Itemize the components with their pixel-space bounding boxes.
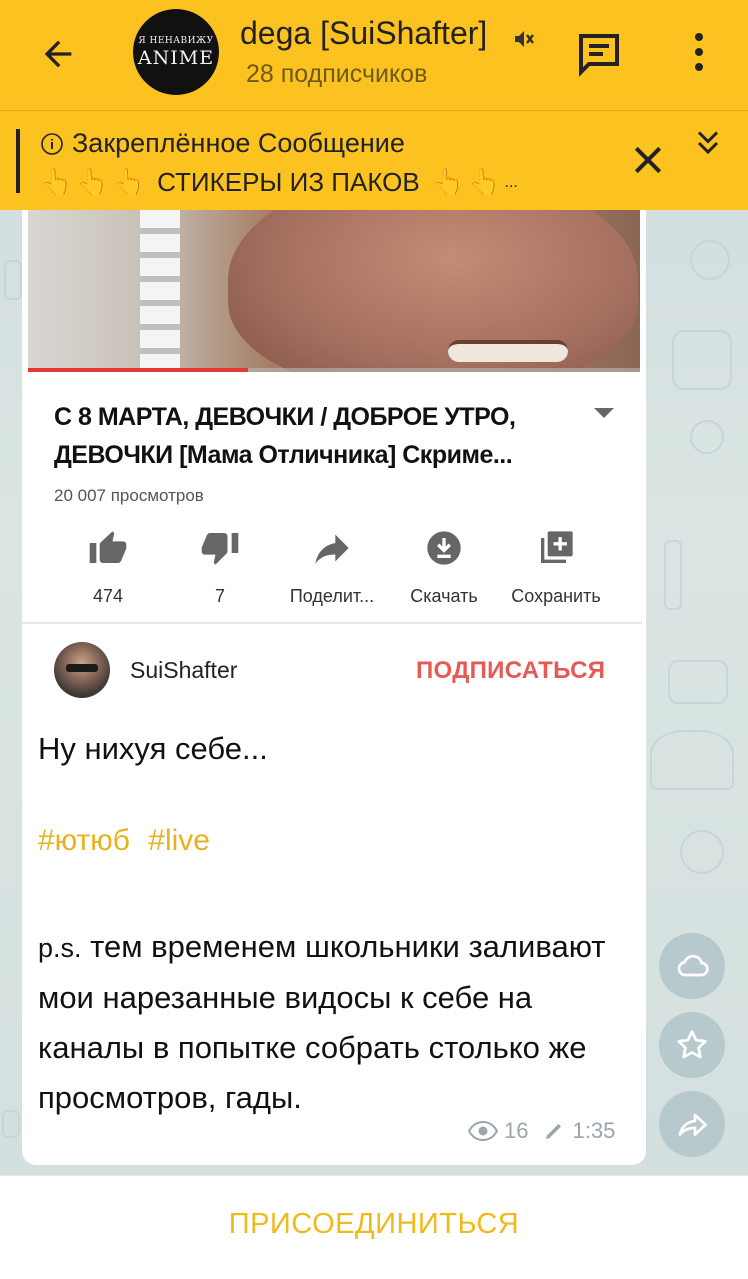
info-icon: [41, 132, 63, 155]
thumbnail-building: [140, 210, 180, 372]
pinned-text: 👆 👆 👆 СТИКЕРЫ ИЗ ПАКОВ 👆 👆 ...: [40, 167, 580, 198]
close-icon[interactable]: [628, 140, 668, 180]
thumb-down-icon: [201, 533, 239, 565]
eye-icon: [468, 1121, 498, 1141]
join-channel-button[interactable]: ПРИСОЕДИНИТЬСЯ: [0, 1208, 748, 1241]
video-actions: 474 7 Поделит... Скачать Сохранить: [52, 528, 632, 607]
hand-emoji: 👆: [431, 167, 465, 197]
more-dot-icon: [695, 33, 703, 41]
favorite-button[interactable]: [659, 1012, 725, 1078]
expand-description-icon[interactable]: [592, 406, 616, 420]
view-count: 16: [504, 1118, 529, 1143]
video-title[interactable]: С 8 МАРТА, ДЕВОЧКИ / ДОБРОЕ УТРО, ДЕВОЧК…: [54, 398, 574, 474]
share-label: Поделит...: [289, 586, 375, 606]
background-doodle: [2, 1110, 20, 1138]
hashtags: #ютюб #live: [38, 824, 220, 858]
share-icon: [315, 534, 349, 564]
pinned-indicator: [16, 129, 20, 193]
thumbnail-mouth: [448, 340, 568, 362]
message-meta: 16 1:35: [468, 1118, 615, 1144]
youtube-video-thumbnail[interactable]: [28, 210, 640, 372]
more-options-button[interactable]: [684, 30, 714, 74]
download-button[interactable]: Скачать: [388, 528, 500, 607]
channel-header: Я НЕНАВИЖУ ANIME dega [SuiShafter] 28 по…: [0, 0, 748, 110]
background-doodle: [668, 660, 728, 704]
hashtag-link[interactable]: #ютюб: [38, 824, 130, 857]
background-doodle: [690, 420, 724, 454]
youtube-channel-avatar[interactable]: [54, 642, 110, 698]
background-doodle: [4, 260, 22, 300]
ps-prefix: p.s.: [38, 933, 82, 963]
chevrons-down-icon[interactable]: [690, 125, 726, 161]
muted-icon: [515, 31, 534, 47]
thumbnail-face: [228, 210, 638, 372]
video-title-line2: ДЕВОЧКИ [Мама Отличника] Скриме...: [54, 441, 513, 469]
hand-emoji: 👆: [468, 167, 501, 197]
forward-icon: [678, 1113, 707, 1136]
video-progress-bar: [28, 368, 249, 372]
hand-emoji: 👆: [76, 167, 109, 197]
divider: [22, 622, 642, 624]
star-icon: [677, 1030, 707, 1059]
pinned-text-label: СТИКЕРЫ ИЗ ПАКОВ: [157, 167, 420, 197]
cloud-button[interactable]: [659, 933, 725, 999]
subscribe-button[interactable]: ПОДПИСАТЬСЯ: [416, 657, 605, 685]
background-doodle: [672, 330, 732, 390]
pinned-title: Закреплённое Сообщение: [40, 128, 405, 159]
dislike-button[interactable]: 7: [164, 528, 276, 607]
more-dot-icon: [695, 48, 703, 56]
hashtag-link[interactable]: #live: [148, 824, 210, 857]
dislike-count: 7: [214, 586, 225, 606]
back-button[interactable]: [32, 28, 84, 80]
pinned-title-label: Закреплённое Сообщение: [72, 128, 405, 158]
edited-pencil-icon: [546, 1124, 562, 1139]
hand-emoji: 👆: [40, 167, 73, 197]
message-line: Ну нихуя себе...: [38, 731, 268, 766]
background-doodle: [680, 830, 724, 874]
hand-emoji: 👆: [112, 167, 146, 197]
download-label: Скачать: [410, 586, 478, 606]
message-time: 1:35: [572, 1118, 616, 1143]
cloud-icon: [677, 954, 709, 977]
video-title-line1: С 8 МАРТА, ДЕВОЧКИ / ДОБРОЕ УТРО,: [54, 403, 516, 431]
discussion-icon[interactable]: [575, 30, 623, 78]
bottom-bar: ПРИСОЕДИНИТЬСЯ: [0, 1175, 748, 1279]
arrow-left-icon: [44, 40, 72, 68]
avatar-text-line2: ANIME: [137, 46, 215, 69]
pinned-ellipsis: ...: [504, 173, 518, 191]
forward-button[interactable]: [659, 1091, 725, 1157]
message-ps: p.s. тем временем школьники заливают мои…: [38, 922, 638, 1123]
channel-title[interactable]: dega [SuiShafter]: [240, 15, 540, 52]
thumb-up-icon: [89, 531, 127, 563]
subscriber-count: 28 подписчиков: [246, 60, 428, 88]
like-count: 474: [92, 586, 124, 606]
save-button[interactable]: Сохранить: [500, 528, 612, 607]
youtube-channel-name[interactable]: SuiShafter: [130, 657, 237, 684]
background-doodle: [664, 540, 682, 610]
message-bubble: С 8 МАРТА, ДЕВОЧКИ / ДОБРОЕ УТРО, ДЕВОЧК…: [22, 210, 646, 1165]
channel-avatar[interactable]: Я НЕНАВИЖУ ANIME: [133, 9, 219, 95]
ps-text: тем временем школьники заливают мои наре…: [38, 929, 606, 1115]
video-views: 20 007 просмотров: [54, 486, 204, 505]
like-button[interactable]: 474: [52, 528, 164, 607]
background-doodle: [650, 730, 734, 790]
download-icon: [427, 531, 461, 565]
save-label: Сохранить: [511, 586, 601, 606]
background-doodle: [690, 240, 730, 280]
more-dot-icon: [695, 63, 703, 71]
avatar-text-line1: Я НЕНАВИЖУ: [138, 35, 214, 46]
playlist-add-icon: [541, 531, 573, 563]
share-button[interactable]: Поделит...: [276, 528, 388, 607]
